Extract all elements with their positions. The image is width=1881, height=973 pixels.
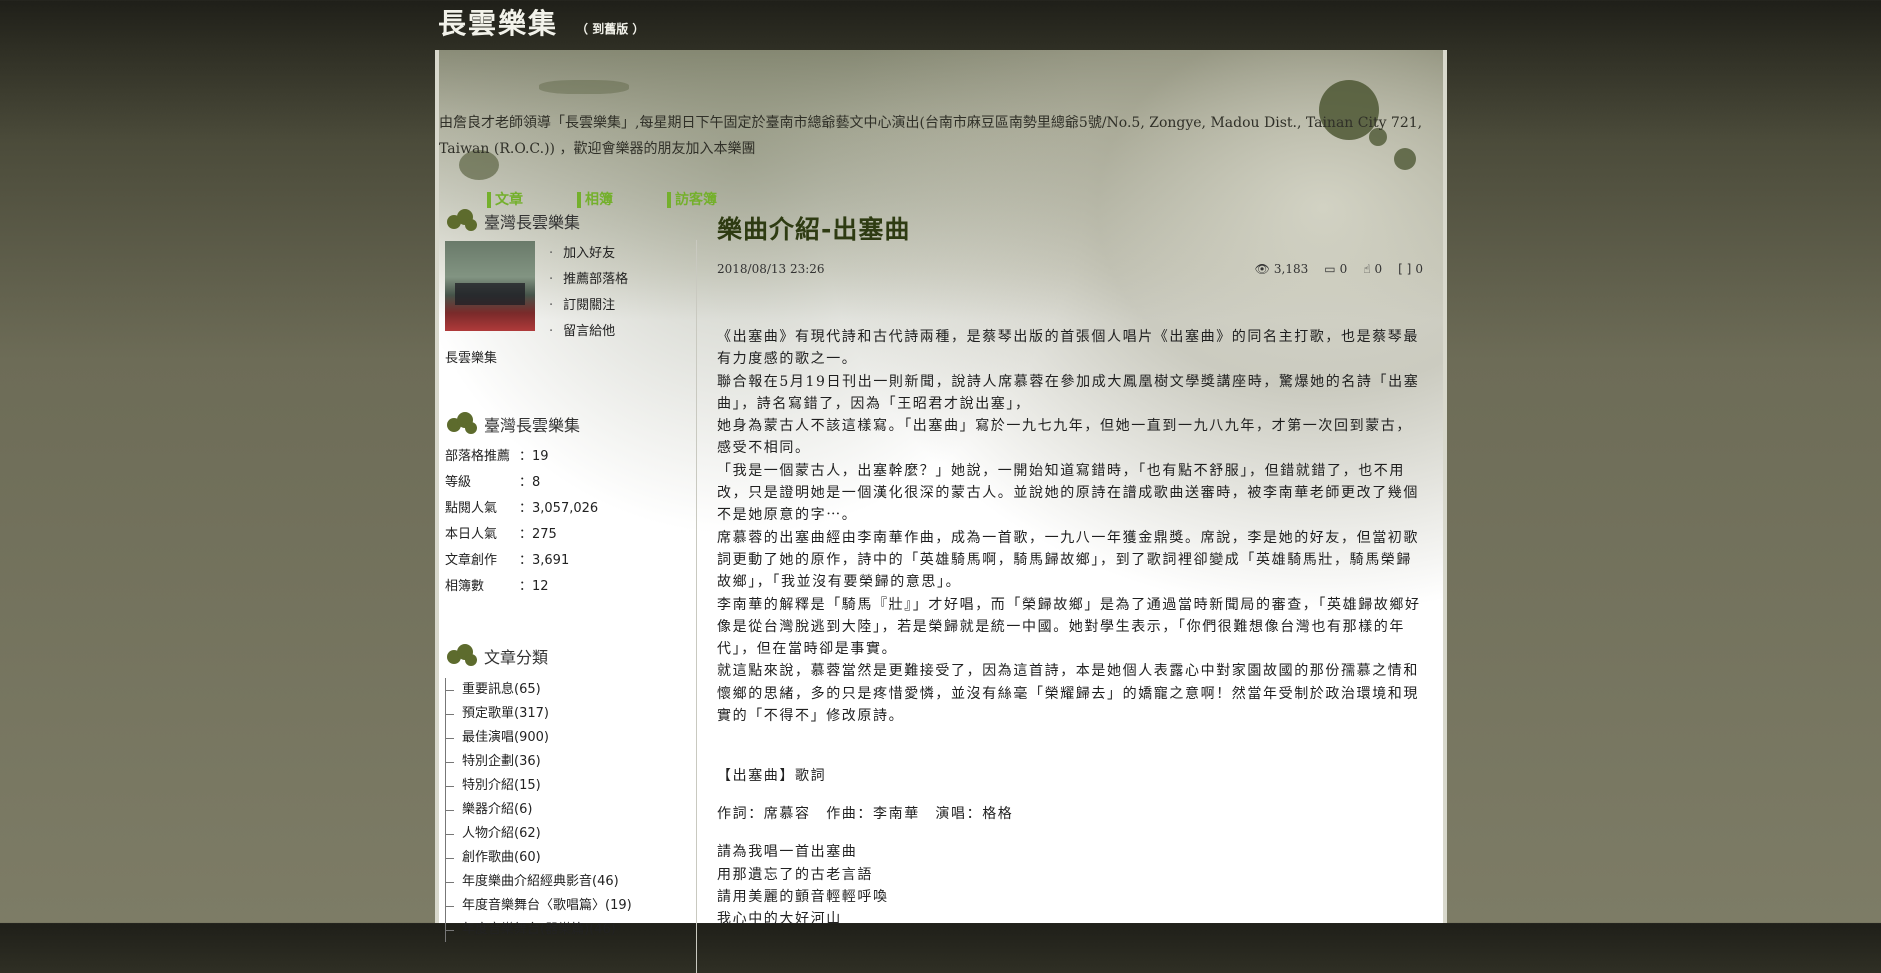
leave-message-link[interactable]: 留言給他 bbox=[549, 319, 628, 345]
site-header: 長雲樂集 （ 到舊版 ） bbox=[438, 2, 644, 42]
article-paragraph: 她身為蒙古人不該這樣寫。「出塞曲」寫於一九七九年，但她一直到一九八九年，才第一次… bbox=[717, 418, 1412, 457]
site-description: 由詹良才老師領導「長雲樂集」,每星期日下午固定於臺南市總爺藝文中心演出(台南市麻… bbox=[439, 115, 1423, 157]
stat-row: 點閱人氣 ：3,057,026 bbox=[445, 501, 599, 516]
article-paragraph: 聯合報在5月19日刊出一則新聞，說詩人席慕蓉在參加成大鳳凰樹文學獎講座時，驚爆她… bbox=[717, 373, 1420, 412]
lyrics-line: 請為我唱一首出塞曲 bbox=[717, 844, 858, 861]
categories-section-header: 文章分類 bbox=[445, 640, 685, 672]
category-item[interactable]: 年度音樂舞台(器樂篇)(46) bbox=[446, 918, 685, 942]
article-stats: 👁 3,183 ▭ 0 ☝ 0 [ ] 0 bbox=[1255, 262, 1423, 276]
category-item[interactable]: 預定歌單(317) bbox=[446, 702, 685, 726]
stats-list: 部落格推薦 ：19 等級 ：8 點閱人氣 ：3,057,026 本日人氣 ：275 文章… bbox=[445, 444, 685, 600]
lyrics-credit: 作詞：席慕容 作曲：李南華 演唱：格格 bbox=[717, 806, 1014, 823]
avatar[interactable] bbox=[445, 241, 535, 331]
category-item[interactable]: 特別企劃(36) bbox=[446, 750, 685, 774]
article-paragraph: 《出塞曲》有現代詩和古代詩兩種，是蔡琴出版的首張個人唱片《出塞曲》的同名主打歌，… bbox=[717, 329, 1419, 368]
sidebar: 臺灣長雲樂集 加入好友 推薦部落格 訂閱關注 留言給他 長雲樂集 臺灣長雲樂集 bbox=[445, 205, 685, 942]
old-version-link[interactable]: （ 到舊版 ） bbox=[576, 20, 644, 37]
article-meta: 2018/08/13 23:26 👁 3,183 ▭ 0 ☝ 0 [ ] 0 bbox=[717, 262, 1423, 276]
eye-icon: 👁 bbox=[1254, 262, 1270, 276]
profile-section-header: 臺灣長雲樂集 bbox=[445, 205, 685, 237]
shares-stat[interactable]: [ ] 0 bbox=[1398, 262, 1423, 276]
stat-row: 文章創作 ：3,691 bbox=[445, 553, 570, 568]
category-list: 重要訊息(65) 預定歌單(317) 最佳演唱(900) 特別企劃(36) 特別… bbox=[445, 678, 685, 942]
category-item[interactable]: 特別介紹(15) bbox=[446, 774, 685, 798]
category-item[interactable]: 樂器介紹(6) bbox=[446, 798, 685, 822]
article-body: 《出塞曲》有現代詩和古代詩兩種，是蔡琴出版的首張個人唱片《出塞曲》的同名主打歌，… bbox=[717, 326, 1423, 727]
lyrics-line: 我心中的大好河山 bbox=[717, 911, 842, 928]
profile-name[interactable]: 長雲樂集 bbox=[445, 347, 685, 366]
likes-stat[interactable]: ☝ 0 bbox=[1363, 262, 1382, 276]
comment-icon: ▭ bbox=[1324, 262, 1336, 276]
views-stat: 👁 3,183 bbox=[1254, 262, 1309, 276]
stats-section-header: 臺灣長雲樂集 bbox=[445, 408, 685, 440]
profile-block: 加入好友 推薦部落格 訂閱關注 留言給他 bbox=[445, 241, 685, 345]
profile-links: 加入好友 推薦部落格 訂閱關注 留言給他 bbox=[549, 241, 628, 345]
leaf-icon bbox=[445, 410, 479, 438]
article-paragraph: 就這點來說，慕蓉當然是更難接受了，因為這首詩，本是她個人表露心中對家園故國的那份… bbox=[717, 663, 1419, 725]
ink-splash-decoration bbox=[539, 80, 629, 94]
category-item[interactable]: 年度樂曲介紹經典影音(46) bbox=[446, 870, 685, 894]
recommend-blog-link[interactable]: 推薦部落格 bbox=[549, 267, 628, 293]
article-paragraph: 「我是一個蒙古人，出塞幹麼？」她說，一開始知道寫錯時，「也有點不舒服」，但錯就錯… bbox=[717, 462, 1419, 524]
leaf-icon bbox=[445, 642, 479, 670]
lyrics-line: 請用美麗的顫音輕輕呼喚 bbox=[717, 888, 889, 905]
article-title[interactable]: 樂曲介紹-出塞曲 bbox=[717, 210, 1423, 246]
category-item[interactable]: 人物介紹(62) bbox=[446, 822, 685, 846]
stat-row: 本日人氣 ：275 bbox=[445, 527, 557, 542]
lyrics-line: 用那遺忘了的古老言語 bbox=[717, 866, 873, 883]
profile-section-title: 臺灣長雲樂集 bbox=[484, 213, 581, 232]
bracket-icon: [ ] bbox=[1398, 262, 1412, 276]
article-paragraph: 席慕蓉的出塞曲經由李南華作曲，成為一首歌，一九八一年獲金鼎獎。席說，李是她的好友… bbox=[717, 529, 1419, 591]
content-area: 由詹良才老師領導「長雲樂集」,每星期日下午固定於臺南市總爺藝文中心演出(台南市麻… bbox=[435, 50, 1447, 973]
leaf-icon bbox=[445, 207, 479, 235]
article-paragraph: 李南華的解釋是「騎馬『壯』」才好唱，而「榮歸故鄉」是為了通過當時新聞局的審查，「… bbox=[717, 596, 1421, 658]
subscribe-link[interactable]: 訂閱關注 bbox=[549, 293, 628, 319]
comments-stat[interactable]: ▭ 0 bbox=[1324, 262, 1347, 276]
stat-row: 相簿數 ：12 bbox=[445, 579, 549, 594]
article: 樂曲介紹-出塞曲 2018/08/13 23:26 👁 3,183 ▭ 0 ☝ 0 [… bbox=[717, 210, 1423, 931]
lyrics-heading: 【出塞曲】歌詞 bbox=[717, 768, 827, 785]
column-divider bbox=[696, 240, 697, 973]
category-item[interactable]: 最佳演唱(900) bbox=[446, 726, 685, 750]
stats-section-title: 臺灣長雲樂集 bbox=[484, 416, 581, 435]
categories-section-title: 文章分類 bbox=[484, 648, 549, 667]
site-title[interactable]: 長雲樂集 bbox=[438, 2, 558, 42]
stat-row: 部落格推薦 ：19 bbox=[445, 449, 549, 464]
lyrics: 請為我唱一首出塞曲 用那遺忘了的古老言語 請用美麗的顫音輕輕呼喚 我心中的大好河… bbox=[717, 841, 1423, 930]
category-item[interactable]: 重要訊息(65) bbox=[446, 678, 685, 702]
page: 長雲樂集 （ 到舊版 ） 由詹良才老師領導「長雲樂集」,每星期日下午固定於臺南市… bbox=[435, 0, 1447, 973]
category-item[interactable]: 創作歌曲(60) bbox=[446, 846, 685, 870]
stat-row: 等級 ：8 bbox=[445, 475, 541, 490]
thumbs-up-icon: ☝ bbox=[1363, 262, 1371, 276]
add-friend-link[interactable]: 加入好友 bbox=[549, 241, 628, 267]
category-item[interactable]: 年度音樂舞台〈歌唱篇〉(19) bbox=[446, 894, 685, 918]
article-date: 2018/08/13 23:26 bbox=[717, 262, 825, 276]
